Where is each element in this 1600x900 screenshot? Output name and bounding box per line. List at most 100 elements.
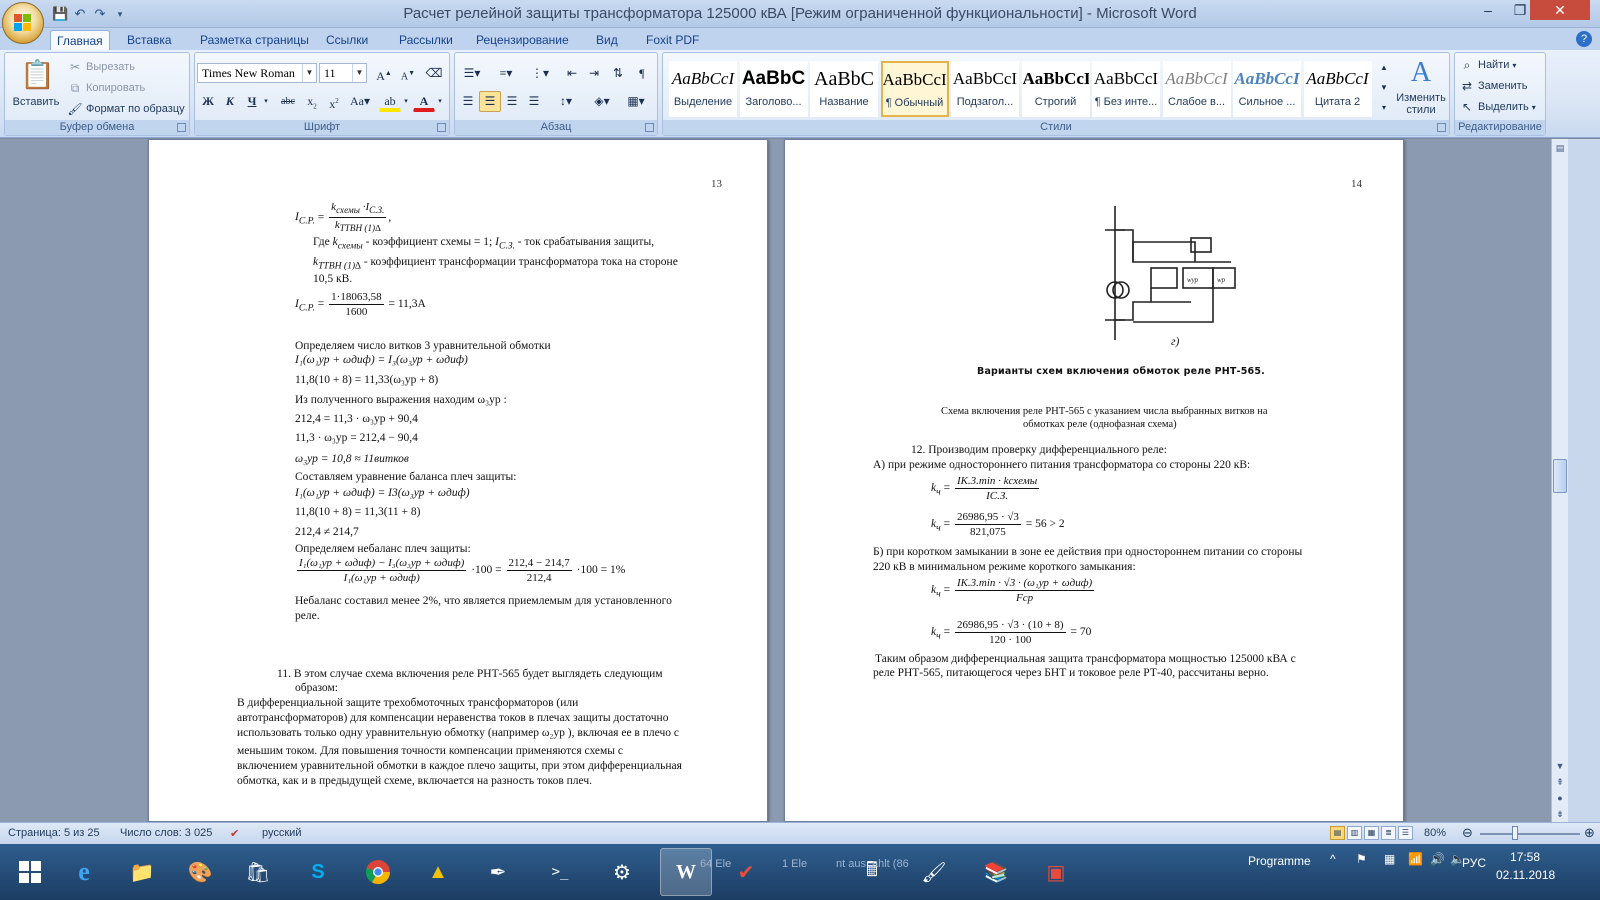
- document-area[interactable]: 13 IС.Р. = kсхемы ·IС.З. kТТВН (1)∆, Где …: [0, 139, 1551, 822]
- show-marks-button[interactable]: ¶: [631, 63, 653, 84]
- style-item[interactable]: AaBbCcI ¶ Без инте...: [1092, 61, 1160, 117]
- zoom-in-icon[interactable]: ⊕: [1584, 825, 1595, 841]
- triangle-app-icon[interactable]: ▲: [412, 848, 464, 896]
- decrease-indent-button[interactable]: ⇤: [561, 63, 583, 84]
- font-name-combo[interactable]: Times New Roman ▼: [197, 63, 317, 83]
- find-button[interactable]: ⌕ Найти ▾: [1459, 57, 1517, 73]
- tray-app-icon[interactable]: ▦: [1384, 852, 1395, 866]
- print-layout-view-button[interactable]: ▤: [1330, 826, 1345, 840]
- multilevel-list-button[interactable]: ⋮▾: [525, 63, 555, 84]
- flag-icon[interactable]: ⚑: [1356, 852, 1367, 866]
- styles-scroll-up[interactable]: ▲: [1377, 59, 1391, 77]
- align-center-button[interactable]: ☰: [479, 91, 501, 112]
- page-count-status[interactable]: Страница: 5 из 25: [8, 827, 100, 839]
- outline-view-button[interactable]: ≣: [1381, 826, 1396, 840]
- replace-button[interactable]: ⇄ Заменить: [1459, 78, 1527, 94]
- select-button[interactable]: ↖ Выделить ▾: [1459, 99, 1536, 115]
- chrome-icon[interactable]: [352, 848, 404, 896]
- clipboard-launcher-icon[interactable]: [177, 123, 186, 132]
- page-14[interactable]: 14 wур wр г) Варианты схем включения обм…: [784, 139, 1404, 822]
- pen-app-icon[interactable]: ✒: [472, 848, 524, 896]
- strikethrough-button[interactable]: abc: [277, 91, 299, 112]
- zoom-out-icon[interactable]: ⊖: [1462, 825, 1473, 841]
- tab-insert[interactable]: Вставка: [121, 30, 178, 50]
- numbering-button[interactable]: ≡▾: [491, 63, 521, 84]
- clear-format-button[interactable]: ⌫: [423, 63, 445, 84]
- font-color-button[interactable]: A: [413, 91, 435, 112]
- tab-home[interactable]: Главная: [50, 30, 110, 50]
- tab-page-layout[interactable]: Разметка страницы: [194, 30, 315, 50]
- styles-launcher-icon[interactable]: [1437, 123, 1446, 132]
- cut-button[interactable]: ✂ Вырезать: [67, 59, 135, 75]
- underline-button[interactable]: Ч: [241, 91, 263, 112]
- checklist-app-icon[interactable]: ✔: [720, 848, 772, 896]
- start-button[interactable]: [4, 848, 56, 896]
- scroll-thumb[interactable]: [1553, 459, 1567, 493]
- style-item[interactable]: AaBbCcI Подзагол...: [951, 61, 1019, 117]
- superscript-button[interactable]: x2: [323, 91, 345, 112]
- style-item[interactable]: AaBbC Название: [810, 61, 878, 117]
- tab-references[interactable]: Ссылки: [320, 30, 374, 50]
- shading-button[interactable]: ◈▾: [587, 91, 617, 112]
- subscript-button[interactable]: x2: [301, 91, 323, 112]
- italic-button[interactable]: К: [219, 91, 241, 112]
- page-13[interactable]: 13 IС.Р. = kсхемы ·IС.З. kТТВН (1)∆, Где …: [148, 139, 768, 822]
- style-item[interactable]: AaBbCcI ¶ Обычный: [880, 61, 949, 117]
- word-count-status[interactable]: Число слов: 3 025: [120, 827, 212, 839]
- font-launcher-icon[interactable]: [437, 123, 446, 132]
- paragraph-launcher-icon[interactable]: [645, 123, 654, 132]
- app-icon[interactable]: 🎨: [174, 848, 226, 896]
- next-page-icon[interactable]: ⇟: [1553, 807, 1567, 821]
- change-case-button[interactable]: Aa▾: [345, 91, 375, 112]
- clock-time[interactable]: 17:58: [1510, 850, 1540, 864]
- borders-button[interactable]: ▦▾: [621, 91, 651, 112]
- zoom-slider[interactable]: [1480, 833, 1580, 835]
- network-icon[interactable]: 📶: [1408, 852, 1423, 866]
- terminal-icon[interactable]: >_: [534, 848, 586, 896]
- tray-expand-icon[interactable]: ^: [1330, 852, 1336, 866]
- prev-page-icon[interactable]: ⇞: [1553, 775, 1567, 789]
- grow-font-button[interactable]: A▲: [373, 63, 395, 84]
- clock-date[interactable]: 02.11.2018: [1496, 868, 1555, 882]
- style-item[interactable]: AaBbCcI Выделение: [669, 61, 737, 117]
- justify-button[interactable]: ☰: [523, 91, 545, 112]
- web-layout-view-button[interactable]: ▦: [1364, 826, 1379, 840]
- calculator-icon[interactable]: 🖩: [846, 848, 898, 896]
- word-taskbar-button[interactable]: W: [660, 848, 712, 896]
- scroll-down-icon[interactable]: ▼: [1553, 759, 1567, 773]
- store-icon[interactable]: 🛍: [232, 848, 284, 896]
- tab-review[interactable]: Рецензирование: [470, 30, 575, 50]
- format-painter-button[interactable]: 🖌 Формат по образцу: [67, 101, 184, 117]
- bullets-button[interactable]: ☰▾: [457, 63, 487, 84]
- pdf-app-icon[interactable]: ▣: [1030, 848, 1082, 896]
- highlight-button[interactable]: ab: [379, 91, 401, 112]
- style-item[interactable]: AaBbCcI Сильное ...: [1233, 61, 1301, 117]
- input-language[interactable]: РУС: [1462, 856, 1486, 870]
- chevron-down-icon[interactable]: ▼: [352, 64, 366, 82]
- font-size-combo[interactable]: 11 ▼: [319, 63, 367, 83]
- font-color-dropdown[interactable]: ▾: [435, 91, 445, 112]
- vertical-scrollbar[interactable]: ▤ ▼ ⇞ ● ⇟: [1551, 139, 1568, 822]
- paste-button[interactable]: 📋 Вставить: [9, 57, 63, 108]
- style-item[interactable]: AaBbCcI Строгий: [1021, 61, 1090, 117]
- browse-object-icon[interactable]: ●: [1553, 791, 1567, 805]
- align-right-button[interactable]: ☰: [501, 91, 523, 112]
- close-button[interactable]: ✕: [1530, 0, 1590, 20]
- chevron-down-icon[interactable]: ▼: [302, 64, 316, 82]
- change-styles-button[interactable]: A Изменить стили: [1393, 57, 1449, 116]
- style-item[interactable]: AaBbCcI Цитата 2: [1303, 61, 1372, 117]
- programme-toolbar[interactable]: Programme: [1248, 854, 1311, 868]
- network-app-icon[interactable]: ⚙: [596, 848, 648, 896]
- paint-icon[interactable]: 🖌: [908, 848, 960, 896]
- align-left-button[interactable]: ☰: [457, 91, 479, 112]
- zoom-slider-thumb[interactable]: [1512, 826, 1518, 840]
- increase-indent-button[interactable]: ⇥: [583, 63, 605, 84]
- tab-mailings[interactable]: Рассылки: [393, 30, 459, 50]
- underline-dropdown[interactable]: ▾: [261, 91, 271, 112]
- full-screen-view-button[interactable]: ▥: [1347, 826, 1362, 840]
- winrar-icon[interactable]: 📚: [970, 848, 1022, 896]
- copy-button[interactable]: ⧉ Копировать: [67, 80, 146, 96]
- language-status[interactable]: русский: [262, 827, 301, 839]
- tab-foxit-pdf[interactable]: Foxit PDF: [640, 30, 705, 50]
- shrink-font-button[interactable]: A▼: [397, 63, 419, 84]
